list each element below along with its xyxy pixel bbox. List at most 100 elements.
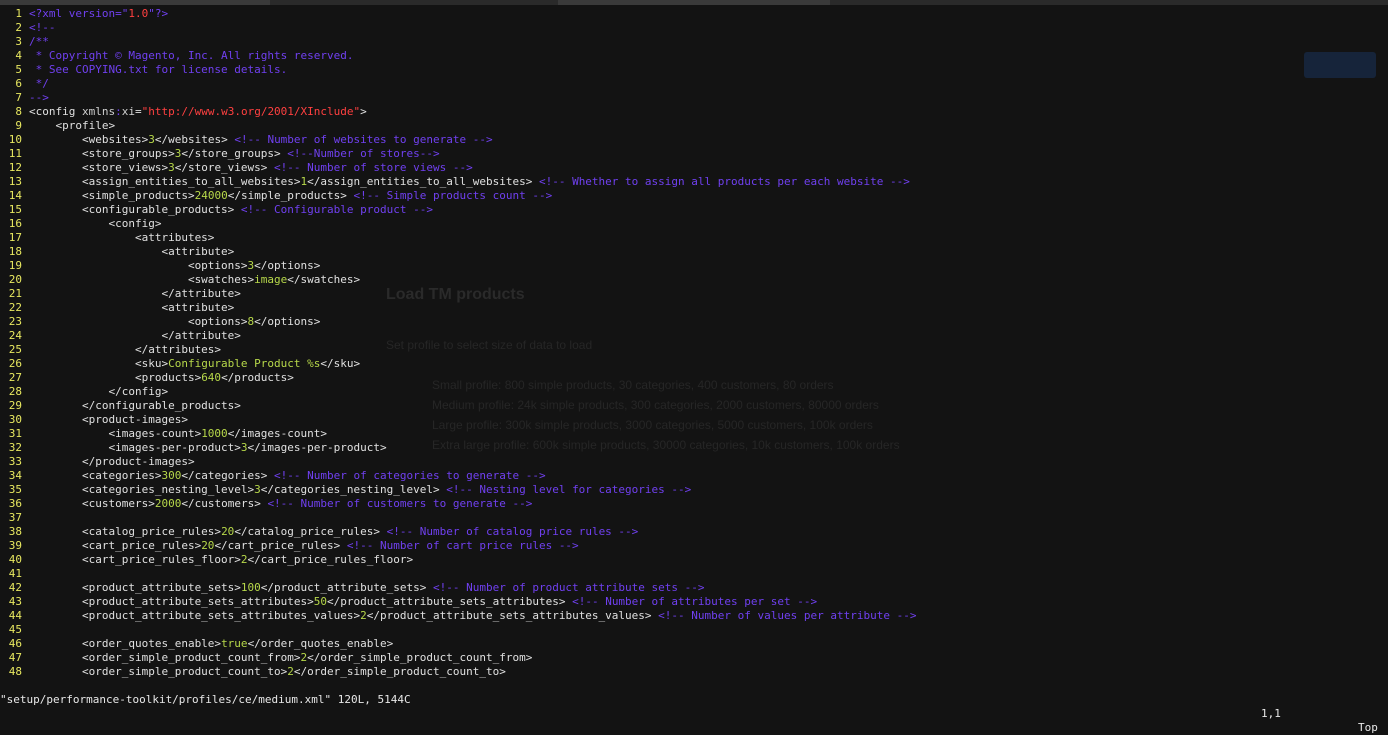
- code-token: <!-- Nesting level for categories -->: [446, 483, 692, 496]
- line-number: 40: [8, 553, 22, 566]
- code-token: <options>: [29, 259, 248, 272]
- code-token: :: [115, 105, 122, 118]
- code-token: </attribute>: [29, 329, 241, 342]
- code-line[interactable]: 31 <images-count>1000</images-count>: [0, 427, 1388, 441]
- code-line[interactable]: 25 </attributes>: [0, 343, 1388, 357]
- code-line[interactable]: 33 </product-images>: [0, 455, 1388, 469]
- code-line[interactable]: 36 <customers>2000</customers> <!-- Numb…: [0, 497, 1388, 511]
- code-line[interactable]: 38 <catalog_price_rules>20</catalog_pric…: [0, 525, 1388, 539]
- code-token: <sku>: [29, 357, 169, 370]
- code-line[interactable]: 48 <order_simple_product_count_to>2</ord…: [0, 665, 1388, 679]
- code-token: </categories>: [181, 469, 275, 482]
- line-number: 27: [8, 371, 22, 384]
- code-line[interactable]: 7 -->: [0, 91, 1388, 105]
- code-line[interactable]: 22 <attribute>: [0, 301, 1388, 315]
- code-token: <cart_price_rules>: [29, 539, 202, 552]
- code-token: true: [221, 637, 248, 650]
- browser-tab[interactable]: [0, 0, 270, 5]
- code-line[interactable]: 27 <products>640</products>: [0, 371, 1388, 385]
- vim-editor-buffer[interactable]: 1 <?xml version="1.0"?> 2 <!-- 3/** 4 * Copyr…: [0, 7, 1388, 679]
- code-line[interactable]: 11 <store_groups>3</store_groups> <!--Nu…: [0, 147, 1388, 161]
- code-line[interactable]: 1 <?xml version="1.0"?>: [0, 7, 1388, 21]
- code-line[interactable]: 3 /**: [0, 35, 1388, 49]
- code-line[interactable]: 40 <cart_price_rules_floor>2</cart_price…: [0, 553, 1388, 567]
- code-token: 640: [201, 371, 222, 384]
- line-number: 34: [8, 469, 22, 482]
- line-number: 25: [8, 343, 22, 356]
- code-token: "?>: [148, 7, 169, 20]
- code-line[interactable]: 4 * Copyright © Magento, Inc. All rights…: [0, 49, 1388, 63]
- code-line[interactable]: 18 <attribute>: [0, 245, 1388, 259]
- code-line[interactable]: 8 <config xmlns:xi="http://www.w3.org/200…: [0, 105, 1388, 119]
- code-token: </product-images>: [29, 455, 195, 468]
- code-line[interactable]: 13 <assign_entities_to_all_websites>1</a…: [0, 175, 1388, 189]
- code-token: </options>: [254, 315, 321, 328]
- code-token: 3: [240, 441, 248, 454]
- code-line[interactable]: 32 <images-per-product>3</images-per-pro…: [0, 441, 1388, 455]
- code-line[interactable]: 45: [0, 623, 1388, 637]
- code-token: </product_attribute_sets>: [260, 581, 433, 594]
- code-line[interactable]: 12 <store_views>3</store_views> <!-- Num…: [0, 161, 1388, 175]
- code-line[interactable]: 41: [0, 567, 1388, 581]
- code-line[interactable]: 26 <sku>Configurable Product %s</sku>: [0, 357, 1388, 371]
- line-number: 13: [8, 175, 22, 188]
- code-token: 2: [287, 665, 294, 678]
- code-line[interactable]: 28 </config>: [0, 385, 1388, 399]
- code-line[interactable]: 46 <order_quotes_enable>true</order_quot…: [0, 637, 1388, 651]
- code-token: 2: [240, 553, 248, 566]
- code-token: <!-- Simple products count -->: [353, 189, 553, 202]
- code-line[interactable]: 20 <swatches>image</swatches>: [0, 273, 1388, 287]
- line-number: 30: [8, 413, 22, 426]
- code-token: <assign_entities_to_all_websites>: [29, 175, 301, 188]
- line-number: 47: [8, 651, 22, 664]
- line-number: 35: [8, 483, 22, 496]
- code-line[interactable]: 6 */: [0, 77, 1388, 91]
- code-token: </order_simple_product_count_to>: [293, 665, 506, 678]
- code-line[interactable]: 17 <attributes>: [0, 231, 1388, 245]
- code-token: </product_attribute_sets_attributes_valu…: [366, 609, 659, 622]
- code-token: 20: [201, 539, 215, 552]
- code-line[interactable]: 5 * See COPYING.txt for license details.: [0, 63, 1388, 77]
- code-line[interactable]: 10 <websites>3</websites> <!-- Number of…: [0, 133, 1388, 147]
- code-line[interactable]: 14 <simple_products>24000</simple_produc…: [0, 189, 1388, 203]
- code-line[interactable]: 15 <configurable_products> <!-- Configur…: [0, 203, 1388, 217]
- line-number: 42: [8, 581, 22, 594]
- code-token: </store_views>: [174, 161, 275, 174]
- code-token: <!-- Whether to assign all products per …: [538, 175, 910, 188]
- code-line[interactable]: 34 <categories>300</categories> <!-- Num…: [0, 469, 1388, 483]
- line-number: 15: [8, 203, 22, 216]
- code-token: <!-- Number of product attribute sets --…: [432, 581, 705, 594]
- code-line[interactable]: 47 <order_simple_product_count_from>2</o…: [0, 651, 1388, 665]
- line-number: 43: [8, 595, 22, 608]
- line-number: 39: [8, 539, 22, 552]
- code-line[interactable]: 29 </configurable_products>: [0, 399, 1388, 413]
- code-line[interactable]: 44 <product_attribute_sets_attributes_va…: [0, 609, 1388, 623]
- code-line[interactable]: 24 </attribute>: [0, 329, 1388, 343]
- code-line[interactable]: 42 <product_attribute_sets>100</product_…: [0, 581, 1388, 595]
- code-token: <config: [29, 105, 82, 118]
- line-number: 14: [8, 189, 22, 202]
- code-line[interactable]: 37: [0, 511, 1388, 525]
- code-token: </options>: [254, 259, 321, 272]
- code-line[interactable]: 39 <cart_price_rules>20</cart_price_rule…: [0, 539, 1388, 553]
- code-line[interactable]: 23 <options>8</options>: [0, 315, 1388, 329]
- code-token: <?xml version=": [29, 7, 129, 20]
- code-line[interactable]: 21 </attribute>: [0, 287, 1388, 301]
- code-line[interactable]: 43 <product_attribute_sets_attributes>50…: [0, 595, 1388, 609]
- code-line[interactable]: 19 <options>3</options>: [0, 259, 1388, 273]
- line-number: 2: [15, 21, 22, 34]
- code-line[interactable]: 30 <product-images>: [0, 413, 1388, 427]
- code-token: <images-per-product>: [29, 441, 241, 454]
- code-token: <customers>: [29, 497, 155, 510]
- browser-tab[interactable]: [558, 0, 830, 5]
- code-line[interactable]: 9 <profile>: [0, 119, 1388, 133]
- line-number: 46: [8, 637, 22, 650]
- code-token: 3: [148, 133, 155, 146]
- code-token: <catalog_price_rules>: [29, 525, 222, 538]
- code-line[interactable]: 35 <categories_nesting_level>3</categori…: [0, 483, 1388, 497]
- code-line[interactable]: 16 <config>: [0, 217, 1388, 231]
- code-token: <!-- Number of catalog price rules -->: [386, 525, 639, 538]
- code-token: <!-- Number of websites to generate -->: [234, 133, 493, 146]
- line-number: 10: [8, 133, 22, 146]
- code-line[interactable]: 2 <!--: [0, 21, 1388, 35]
